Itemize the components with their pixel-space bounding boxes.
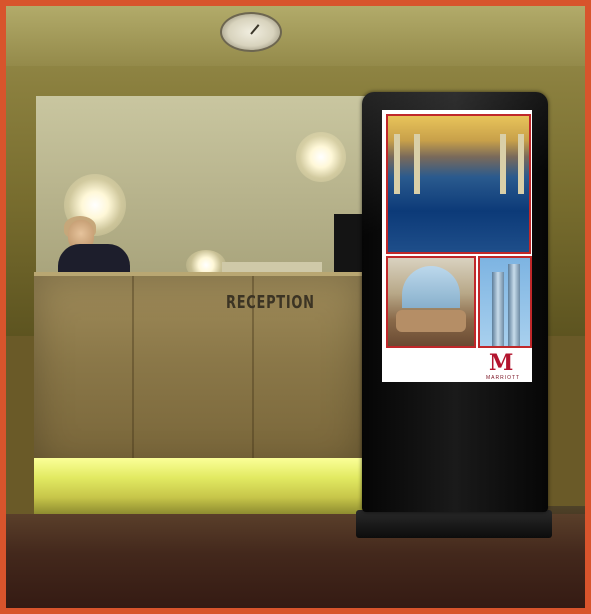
suite-window: [402, 266, 460, 308]
pool-photo: [386, 114, 531, 254]
pool-column: [500, 134, 506, 194]
photo-frame: RECEPTION M MARRIOTT: [0, 0, 591, 614]
kiosk-base: [356, 510, 552, 538]
tower: [492, 272, 504, 346]
reception-sign: RECEPTION: [226, 292, 315, 313]
marriott-logo-text: MARRIOTT: [486, 375, 521, 381]
desk-seam: [132, 276, 134, 472]
tower: [508, 264, 520, 346]
wall-clock: [220, 12, 282, 52]
desk-under-glow: [34, 458, 368, 514]
pool-column: [518, 134, 524, 194]
wall-light-right: [296, 132, 346, 182]
suite-photo: [386, 256, 476, 348]
suite-sofa: [396, 310, 466, 332]
pool-column: [414, 134, 420, 194]
ceiling: [6, 6, 585, 66]
clock-hand: [250, 24, 260, 35]
skyscraper-photo: [478, 256, 532, 348]
pool-column: [394, 134, 400, 194]
marriott-logo-mark: M: [489, 350, 514, 376]
receptionist: [58, 216, 132, 280]
